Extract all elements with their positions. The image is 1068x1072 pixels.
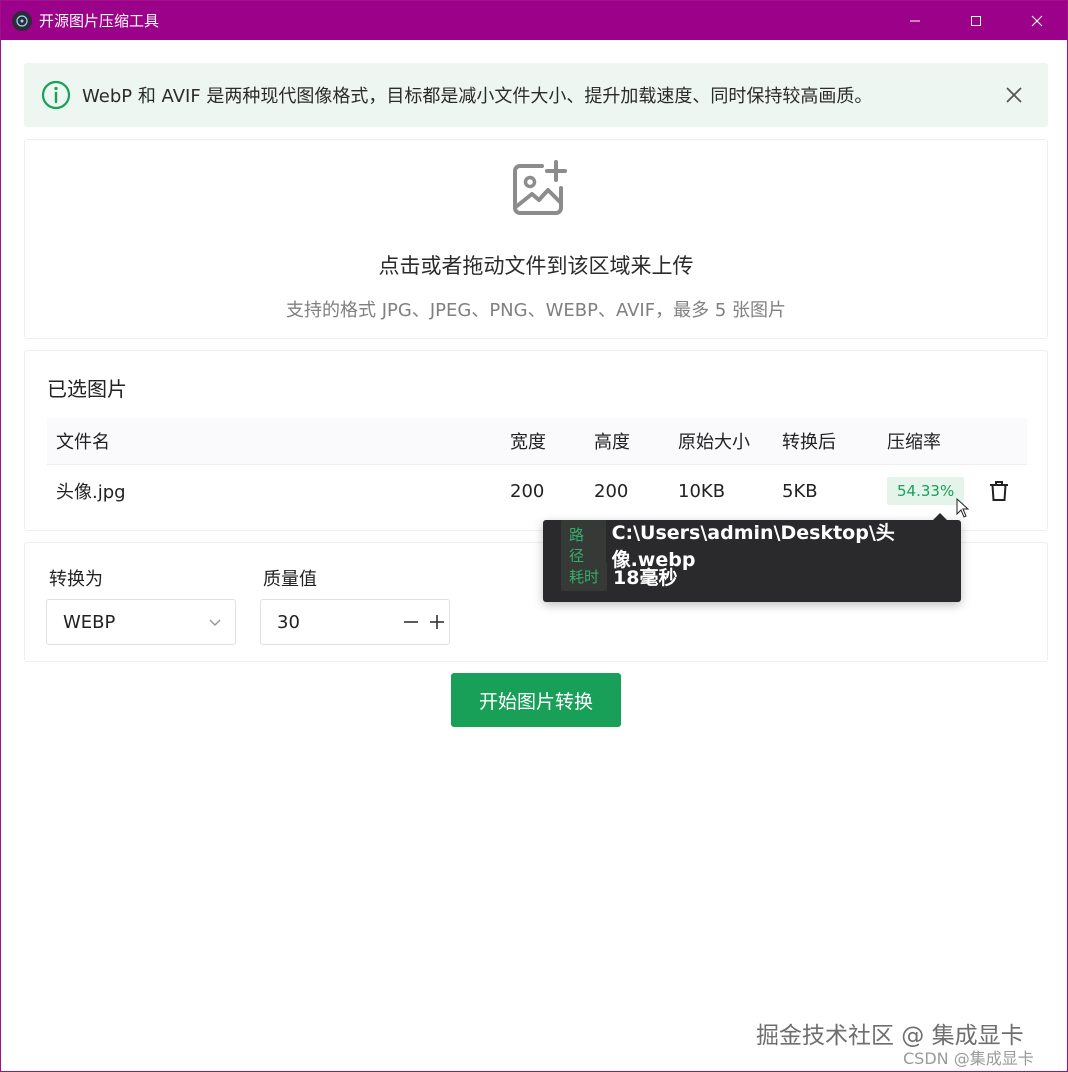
time-value: 18毫秒 <box>613 566 678 589</box>
compression-rate-cell: 54.33% <box>887 466 965 516</box>
column-header-width: 宽度 <box>510 432 546 453</box>
table-row: 头像.jpg 200 200 10KB 5KB 54.33% <box>47 466 1027 516</box>
info-icon <box>40 79 72 111</box>
format-select[interactable]: WEBP <box>46 599 236 645</box>
quality-label: 质量值 <box>263 569 317 590</box>
increment-button[interactable] <box>425 610 449 634</box>
alert-message: WebP 和 AVIF 是两种现代图像格式，目标都是减小文件大小、提升加载速度、… <box>82 86 873 107</box>
maximize-button[interactable] <box>945 1 1006 40</box>
chevron-down-icon <box>207 614 223 635</box>
minimize-button[interactable] <box>884 1 945 40</box>
selected-files-panel: 已选图片 文件名 宽度 高度 原始大小 转换后 压缩率 头像.jpg 200 2… <box>24 350 1048 531</box>
column-header-converted-size: 转换后 <box>782 432 836 453</box>
app-logo-icon <box>12 10 32 31</box>
mouse-cursor-icon <box>956 497 970 518</box>
window-controls <box>884 1 1067 40</box>
delete-cell <box>987 466 1011 516</box>
upload-title: 点击或者拖动文件到该区域来上传 <box>378 254 694 278</box>
tooltip-path-row: 路径 C:\Users\admin\Desktop\头像.webp <box>561 520 961 571</box>
image-add-icon <box>508 158 570 220</box>
result-tooltip: 路径 C:\Users\admin\Desktop\头像.webp 耗时 18毫… <box>543 513 961 602</box>
quality-stepper <box>260 599 450 645</box>
upload-subtitle: 支持的格式 JPG、JPEG、PNG、WEBP、AVIF，最多 5 张图片 <box>286 300 786 321</box>
alert-close-button[interactable] <box>1000 81 1028 109</box>
column-header-original-size: 原始大小 <box>678 432 750 453</box>
minus-icon <box>404 621 418 623</box>
title-bar[interactable]: 开源图片压缩工具 <box>1 1 1067 40</box>
file-height: 200 <box>594 480 629 502</box>
upload-dropzone[interactable]: 点击或者拖动文件到该区域来上传 支持的格式 JPG、JPEG、PNG、WEBP、… <box>24 139 1048 339</box>
format-label: 转换为 <box>49 569 103 590</box>
file-original-size: 10KB <box>678 480 726 502</box>
section-title: 已选图片 <box>47 377 127 401</box>
file-converted-size: 5KB <box>782 480 818 502</box>
minimize-icon <box>909 20 920 21</box>
plus-icon <box>430 615 444 629</box>
trash-icon <box>990 481 1008 501</box>
column-header-compression-rate: 压缩率 <box>887 432 941 453</box>
column-header-height: 高度 <box>594 432 630 453</box>
app-window: 开源图片压缩工具 WebP 和 AVIF 是两种现代图像格式，目标都是减小文件大… <box>0 0 1068 1072</box>
file-width: 200 <box>510 480 545 502</box>
close-icon <box>1006 87 1022 103</box>
compression-rate-tag[interactable]: 54.33% <box>887 477 965 505</box>
tooltip-time-row: 耗时 18毫秒 <box>561 561 678 591</box>
file-name: 头像.jpg <box>56 482 126 503</box>
close-icon <box>1031 15 1042 26</box>
delete-button[interactable] <box>987 479 1011 503</box>
decrement-button[interactable] <box>399 610 423 634</box>
maximize-icon <box>970 15 981 26</box>
start-conversion-button[interactable]: 开始图片转换 <box>451 673 621 727</box>
time-tag: 耗时 <box>561 561 608 591</box>
watermark-csdn: CSDN @集成显卡 <box>903 1049 1034 1068</box>
close-window-button[interactable] <box>1006 1 1067 40</box>
info-alert: WebP 和 AVIF 是两种现代图像格式，目标都是减小文件大小、提升加载速度、… <box>24 63 1048 127</box>
format-select-value: WEBP <box>63 611 116 633</box>
column-header-filename: 文件名 <box>56 432 110 453</box>
window-title: 开源图片压缩工具 <box>39 12 160 30</box>
table-header: 文件名 宽度 高度 原始大小 转换后 压缩率 <box>47 418 1027 465</box>
quality-input[interactable] <box>277 611 397 633</box>
